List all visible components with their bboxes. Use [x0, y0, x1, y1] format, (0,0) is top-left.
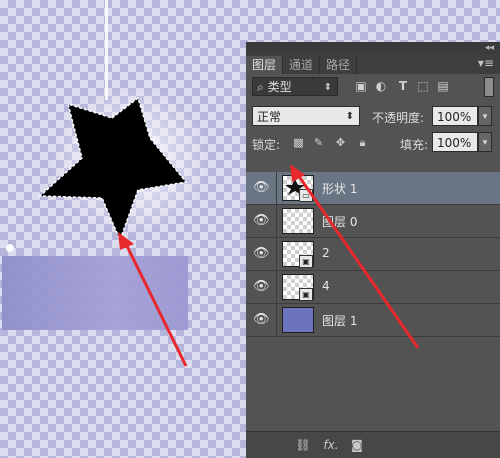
- canvas-artwork: [6, 0, 210, 252]
- layer-thumbnail: [282, 307, 314, 333]
- layer-row[interactable]: 👁︎ 图层 1: [246, 304, 500, 337]
- search-icon: ⌕: [257, 80, 264, 94]
- layer-name: 4: [322, 279, 330, 293]
- opacity-label: 不透明度:: [372, 111, 425, 125]
- layer-list: 👁︎ ▭ 形状 1 👁︎ 图层 0 👁︎ ▣ 2 👁︎ ▣ 4 👁︎ 图层 1: [246, 172, 500, 337]
- mask-icon[interactable]: ◙: [348, 437, 366, 453]
- eye-icon[interactable]: 👁︎: [253, 247, 270, 261]
- smart-object-filter-icon[interactable]: ▤: [436, 79, 450, 93]
- visibility-cell[interactable]: 👁︎: [246, 304, 277, 336]
- text-filter-icon[interactable]: T: [396, 79, 410, 93]
- canvas-dot: [6, 244, 14, 252]
- lock-paint-icon[interactable]: ✎: [312, 136, 325, 149]
- link-icon[interactable]: ⛓︎: [294, 437, 312, 453]
- blend-mode-select[interactable]: 正常 ⬍: [252, 106, 360, 126]
- layer-row[interactable]: 👁︎ ▭ 形状 1: [246, 172, 500, 205]
- fill-input[interactable]: 100%: [432, 132, 478, 152]
- layer-name: 2: [322, 246, 330, 260]
- layer-thumbnail: [282, 208, 314, 234]
- layer-name: 图层 1: [322, 314, 358, 328]
- lock-label: 锁定:: [252, 138, 281, 152]
- panel-footer: ⛓︎ fx. ◙: [246, 431, 500, 458]
- panel-menu-icon[interactable]: ▾≡: [478, 56, 494, 70]
- lock-row: 锁定: ▩ ✎ ✥ 🔒︎ 填充: 100% ▾: [246, 132, 500, 158]
- filter-row: ⌕ 类型 ⬍ ▣ ◐ T ⬚ ▤: [246, 74, 500, 100]
- fill-label: 填充:: [400, 138, 429, 152]
- filter-type-select[interactable]: ⌕ 类型 ⬍: [252, 77, 338, 96]
- smart-object-badge-icon: ▣: [299, 288, 313, 301]
- purple-rectangle: [2, 256, 188, 330]
- eye-icon[interactable]: 👁︎: [253, 313, 270, 327]
- smart-object-badge-icon: ▣: [299, 255, 313, 268]
- lock-all-icon[interactable]: 🔒︎: [356, 136, 369, 149]
- filter-type-label: 类型: [267, 80, 292, 94]
- layer-name: 图层 0: [322, 215, 358, 229]
- collapse-icon[interactable]: ◂◂: [485, 43, 494, 53]
- filter-toggle[interactable]: [484, 77, 494, 97]
- panel-collapse-bar[interactable]: ◂◂: [246, 42, 500, 54]
- layer-row[interactable]: 👁︎ ▣ 4: [246, 271, 500, 304]
- chevron-updown-icon: ⬍: [345, 111, 354, 122]
- layer-row[interactable]: 👁︎ 图层 0: [246, 205, 500, 238]
- lock-position-icon[interactable]: ✥: [334, 136, 347, 149]
- shape-layer-badge-icon: ▭: [299, 189, 313, 202]
- visibility-cell[interactable]: 👁︎: [246, 238, 277, 270]
- tab-layers[interactable]: 图层: [246, 56, 284, 74]
- chevron-updown-icon: ⬍: [323, 82, 332, 93]
- eye-icon[interactable]: 👁︎: [253, 214, 270, 228]
- layer-name: 形状 1: [322, 182, 358, 196]
- shape-filter-icon[interactable]: ⬚: [416, 79, 430, 93]
- adjustment-filter-icon[interactable]: ◐: [374, 79, 388, 93]
- panel-tabs: 图层 通道 路径 ▾≡: [246, 54, 500, 74]
- fx-icon[interactable]: fx.: [322, 437, 340, 453]
- blend-row: 正常 ⬍ 不透明度: 100% ▾: [246, 104, 500, 130]
- lock-transparent-icon[interactable]: ▩: [292, 136, 305, 149]
- eye-icon[interactable]: 👁︎: [253, 280, 270, 294]
- opacity-input[interactable]: 100%: [432, 106, 478, 126]
- opacity-dropdown-button[interactable]: ▾: [478, 106, 492, 126]
- visibility-cell[interactable]: 👁︎: [246, 172, 277, 204]
- layers-panel: ◂◂ 图层 通道 路径 ▾≡ ⌕ 类型 ⬍ ▣ ◐ T ⬚ ▤ 正常 ⬍ 不透明…: [246, 42, 500, 458]
- eye-icon[interactable]: 👁︎: [253, 181, 270, 195]
- visibility-cell[interactable]: 👁︎: [246, 271, 277, 303]
- image-filter-icon[interactable]: ▣: [354, 79, 368, 93]
- layer-row[interactable]: 👁︎ ▣ 2: [246, 238, 500, 271]
- fill-dropdown-button[interactable]: ▾: [478, 132, 492, 152]
- light-beam: [105, 0, 108, 100]
- tab-channels[interactable]: 通道: [283, 56, 321, 74]
- tab-paths[interactable]: 路径: [320, 56, 358, 74]
- visibility-cell[interactable]: 👁︎: [246, 205, 277, 237]
- blend-mode-value: 正常: [257, 110, 282, 124]
